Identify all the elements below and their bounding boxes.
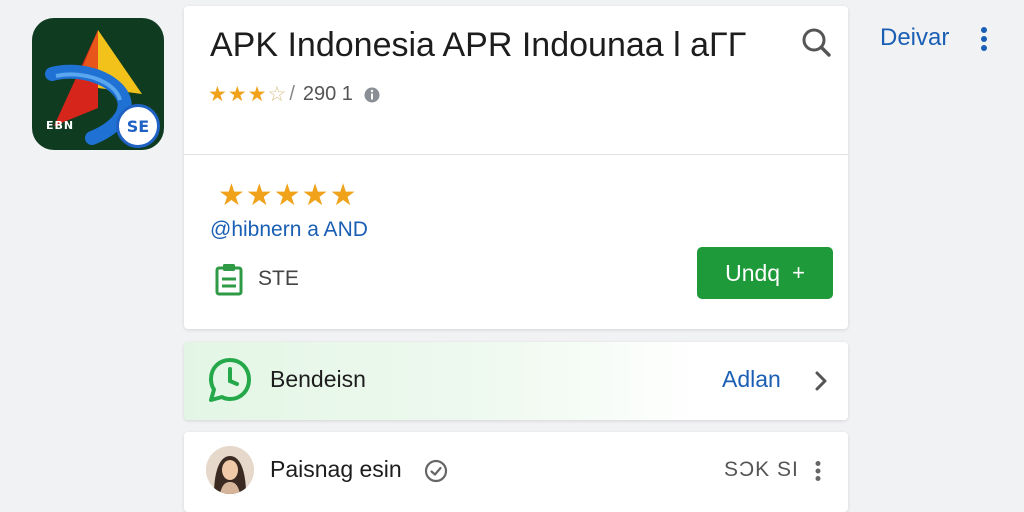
whatsapp-icon <box>209 358 251 402</box>
more-vertical-icon[interactable] <box>980 26 988 52</box>
rating-star-partial: ☆ <box>267 83 288 106</box>
publisher-link[interactable]: @hibnern a AND <box>210 218 368 242</box>
rating-stars-filled: ★★★ <box>208 83 268 106</box>
list-item[interactable]: Bendeisn Adlan <box>184 342 848 420</box>
avatar <box>206 446 254 494</box>
rating-summary: ★★★☆ / 290 1 <box>208 82 381 107</box>
meta-label: STE <box>258 267 299 290</box>
install-button-label: Undq <box>725 259 781 286</box>
avatar-image <box>206 446 254 494</box>
chevron-right-icon[interactable] <box>812 368 830 394</box>
rating-count: 290 1 <box>302 83 353 105</box>
app-icon: EBN SE <box>32 18 164 150</box>
app-title: APK Indonesia APR Indounaa l aΓΓ <box>210 26 747 64</box>
app-details-card: APK Indonesia APR Indounaa l aΓΓ ★★★☆ / … <box>184 6 848 329</box>
verified-icon <box>424 459 448 483</box>
list-item[interactable]: Paisnag esin SƆK SI <box>184 432 848 512</box>
document-icon <box>215 264 243 296</box>
rating-stars: ★★★☆ <box>208 82 287 107</box>
plus-icon: + <box>792 260 805 285</box>
rating-separator: / <box>289 83 295 105</box>
install-button[interactable]: Undq + <box>697 247 833 299</box>
more-vertical-icon[interactable] <box>814 460 822 482</box>
top-action-link[interactable]: Deivar <box>880 24 949 52</box>
list-item-label: Bendeisn <box>270 366 366 392</box>
rating-stars-large: ★★★★★ <box>218 179 358 212</box>
info-icon[interactable] <box>363 86 381 104</box>
divider <box>184 154 848 155</box>
search-icon[interactable] <box>798 24 834 60</box>
list-item-label: Paisnag esin <box>270 456 402 482</box>
app-icon-mark: EBN <box>46 119 75 132</box>
app-meta: STE <box>214 262 299 296</box>
list-item-value: SƆK SI <box>724 458 799 481</box>
app-icon-badge: SE <box>116 104 160 148</box>
list-item-action[interactable]: Adlan <box>722 366 781 393</box>
app-header: APK Indonesia APR Indounaa l aΓΓ ★★★☆ / … <box>184 6 848 154</box>
